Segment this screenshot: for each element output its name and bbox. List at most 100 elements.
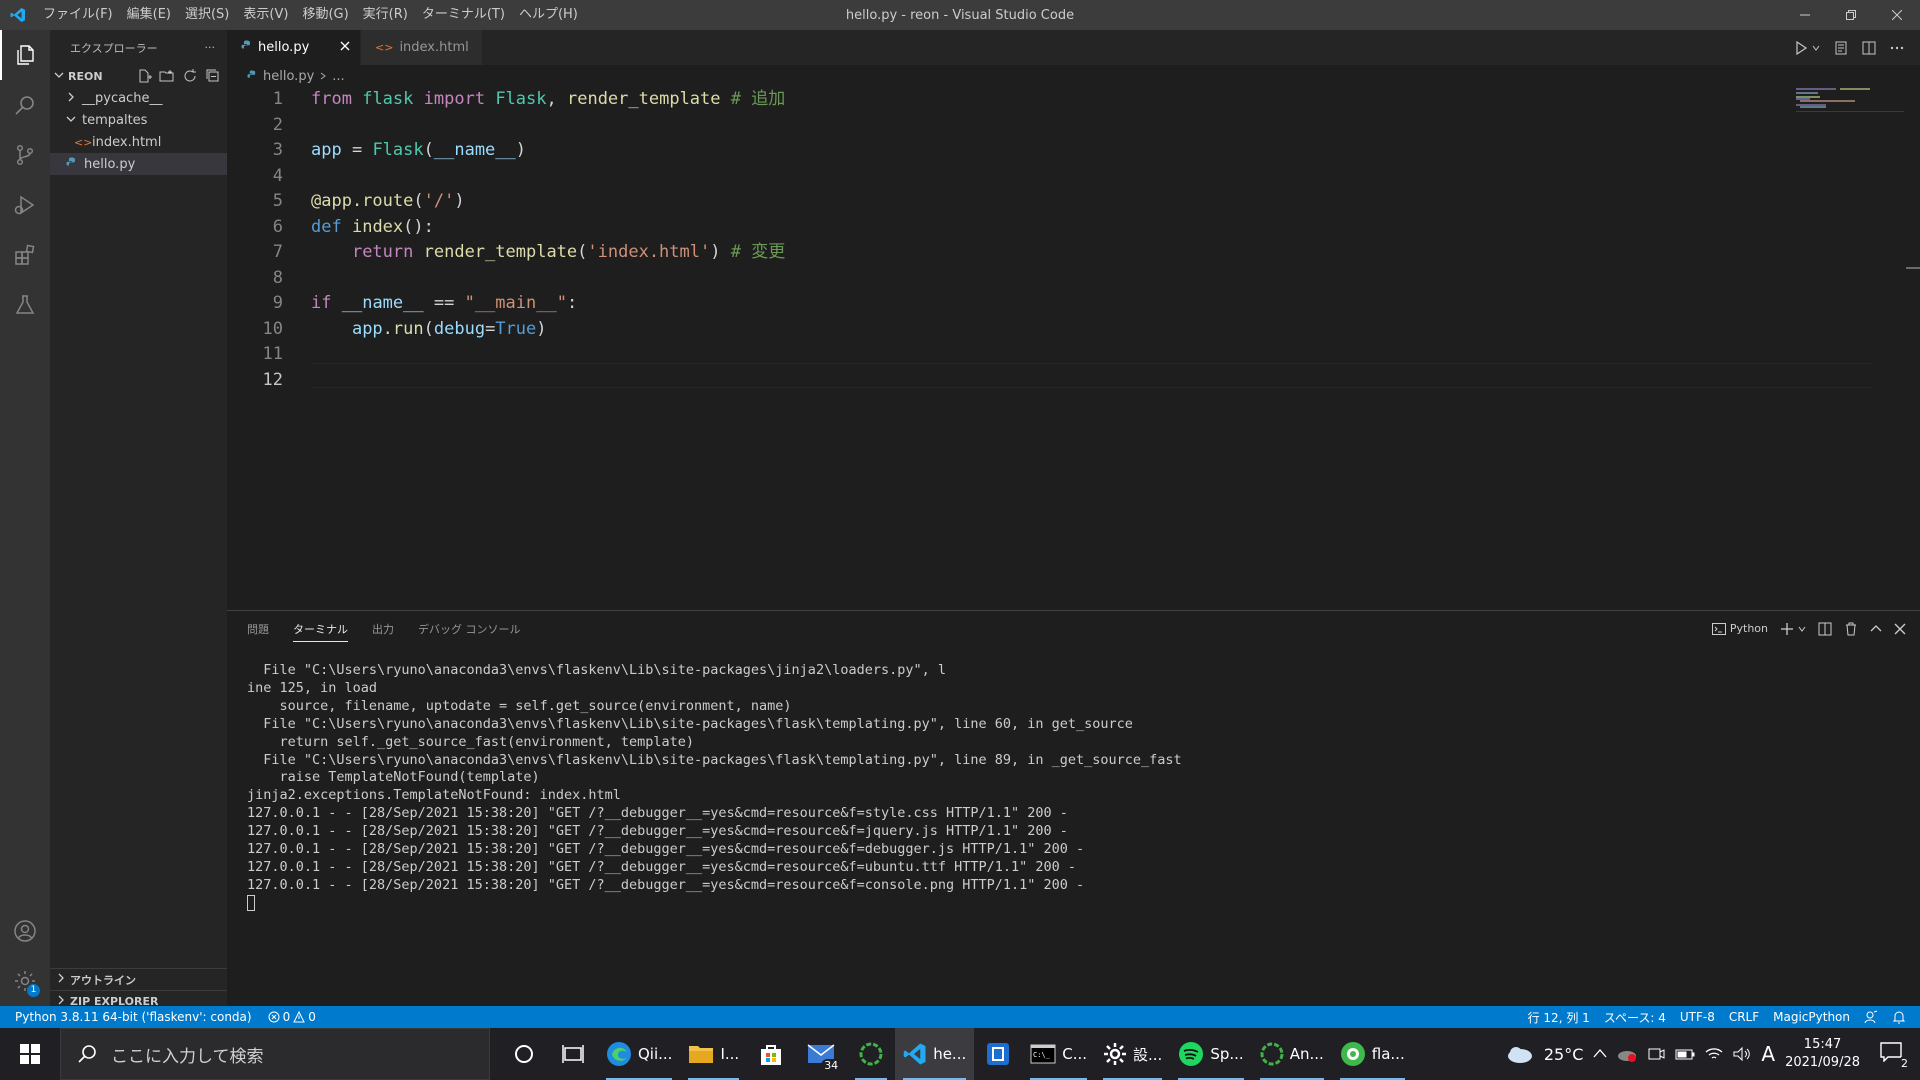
menu-view[interactable]: 表示(V) xyxy=(236,0,295,30)
tab-terminal[interactable]: ターミナル xyxy=(293,616,348,642)
code-editor[interactable]: 1 from flask import Flask, render_templat… xyxy=(227,87,1920,610)
more-actions-icon[interactable] xyxy=(1890,41,1904,55)
clock[interactable]: 15:47 2021/09/28 xyxy=(1785,1036,1860,1072)
menu-selection[interactable]: 選択(S) xyxy=(178,0,236,30)
maximize-panel-icon[interactable] xyxy=(1870,623,1882,635)
html-file-icon: <> xyxy=(375,41,394,54)
menu-run[interactable]: 実行(R) xyxy=(356,0,415,30)
explorer-more-button[interactable]: ··· xyxy=(205,41,216,54)
tab-index-html[interactable]: <> index.html xyxy=(361,30,483,65)
terminal-output[interactable]: File "C:\Users\ryuno\anaconda3\envs\flas… xyxy=(247,662,1182,913)
taskbar-app-flask[interactable]: fla... xyxy=(1332,1028,1413,1080)
menu-go[interactable]: 移動(G) xyxy=(295,0,355,30)
open-preview-icon[interactable] xyxy=(1834,41,1848,55)
code-token: index xyxy=(351,216,404,237)
tab-output[interactable]: 出力 xyxy=(372,621,394,637)
taskbar-app-store[interactable] xyxy=(747,1028,795,1080)
collapse-all-icon[interactable] xyxy=(205,68,221,84)
close-panel-icon[interactable] xyxy=(1894,623,1906,635)
taskbar-app-mail[interactable]: 34 xyxy=(795,1028,847,1080)
close-window-button[interactable] xyxy=(1874,0,1920,30)
new-terminal-icon[interactable] xyxy=(1780,622,1794,636)
minimize-button[interactable] xyxy=(1782,0,1828,30)
taskbar-app-spotify[interactable]: Sp... xyxy=(1170,1028,1251,1080)
breadcrumb-symbols[interactable]: ... xyxy=(332,69,344,84)
menu-help[interactable]: ヘルプ(H) xyxy=(512,0,585,30)
menu-terminal[interactable]: ターミナル(T) xyxy=(415,0,512,30)
python-interpreter[interactable]: Python 3.8.11 64-bit ('flaskenv': conda) xyxy=(15,1010,252,1024)
terminal-line: 127.0.0.1 - - [28/Sep/2021 15:38:20] "GE… xyxy=(247,823,1068,840)
terminal-selector[interactable]: Python xyxy=(1711,622,1768,635)
code-token: ( xyxy=(413,191,424,211)
run-file-icon[interactable] xyxy=(1794,40,1808,55)
taskbar-app-anaconda[interactable] xyxy=(847,1028,895,1080)
tab-hello-py[interactable]: hello.py xyxy=(227,30,361,65)
meet-now-icon[interactable] xyxy=(1647,1046,1665,1062)
line-code: app = Flask(__name__) xyxy=(311,138,526,163)
taskbar-app-settings[interactable]: 設... xyxy=(1095,1028,1170,1080)
outline-section[interactable]: アウトライン xyxy=(50,968,227,990)
search-icon[interactable] xyxy=(0,80,50,130)
split-terminal-icon[interactable] xyxy=(1818,622,1832,636)
end-of-line[interactable]: CRLF xyxy=(1729,1010,1759,1024)
source-control-icon[interactable] xyxy=(0,130,50,180)
task-view-button[interactable] xyxy=(548,1028,598,1080)
chevron-right-icon xyxy=(56,973,70,986)
close-tab-icon[interactable] xyxy=(340,40,350,55)
workspace-section[interactable]: REON xyxy=(50,65,227,87)
action-center-button[interactable]: 2 xyxy=(1870,1042,1912,1070)
onedrive-icon[interactable] xyxy=(1617,1046,1637,1062)
notifications-bell-icon[interactable] xyxy=(1892,1010,1906,1024)
weather-cloud-icon[interactable] xyxy=(1506,1044,1534,1064)
feedback-icon[interactable] xyxy=(1864,1010,1878,1024)
tree-item-index-html[interactable]: <> index.html xyxy=(50,131,227,153)
menu-edit[interactable]: 編集(E) xyxy=(120,0,178,30)
testing-icon[interactable] xyxy=(0,280,50,330)
kill-terminal-icon[interactable] xyxy=(1844,622,1858,636)
tree-item-hello-py[interactable]: hello.py xyxy=(50,153,227,175)
taskbar-app-edge[interactable]: Qii... xyxy=(598,1028,680,1080)
run-debug-icon[interactable] xyxy=(0,180,50,230)
extensions-icon[interactable] xyxy=(0,230,50,280)
windows-start-button[interactable] xyxy=(0,1028,60,1080)
language-mode[interactable]: MagicPython xyxy=(1773,1010,1850,1024)
taskbar-app-anaconda-navigator[interactable]: An... xyxy=(1252,1028,1332,1080)
problems-indicator[interactable]: 0 0 xyxy=(268,1010,316,1024)
volume-icon[interactable] xyxy=(1733,1046,1751,1062)
tree-item-tempaltes[interactable]: tempaltes xyxy=(50,109,227,131)
tab-debug-console[interactable]: デバッグ コンソール xyxy=(418,621,521,637)
taskbar-app-cmd[interactable]: C:\_ C... xyxy=(1022,1028,1095,1080)
explorer-icon[interactable] xyxy=(0,30,50,80)
wifi-icon[interactable] xyxy=(1705,1046,1723,1062)
weather-temp[interactable]: 25°C xyxy=(1544,1045,1584,1064)
refresh-icon[interactable] xyxy=(182,68,198,84)
taskbar-app-explorer[interactable]: I... xyxy=(680,1028,747,1080)
minimap[interactable] xyxy=(1796,87,1906,117)
code-token: import xyxy=(423,89,486,109)
run-dropdown-icon[interactable] xyxy=(1812,44,1820,52)
code-token: __name__ xyxy=(433,140,516,160)
ime-indicator[interactable]: A xyxy=(1761,1042,1775,1066)
taskbar-app-vscode[interactable]: he... xyxy=(895,1028,975,1080)
file-encoding[interactable]: UTF-8 xyxy=(1680,1010,1715,1024)
tree-item-pycache[interactable]: __pycache__ xyxy=(50,87,227,109)
split-editor-icon[interactable] xyxy=(1862,41,1876,55)
tab-problems[interactable]: 問題 xyxy=(247,621,269,637)
terminal-dropdown-icon[interactable] xyxy=(1798,625,1806,633)
cursor-position[interactable]: 行 12, 列 1 xyxy=(1528,1009,1590,1026)
chevron-up-icon[interactable] xyxy=(1593,1047,1607,1061)
new-file-icon[interactable] xyxy=(136,68,152,84)
taskbar-search-box[interactable]: ここに入力して検索 xyxy=(60,1028,490,1080)
manage-gear-icon[interactable]: 1 xyxy=(0,956,50,1006)
app-label: fla... xyxy=(1371,1045,1405,1063)
menu-file[interactable]: ファイル(F) xyxy=(36,0,120,30)
breadcrumb-file[interactable]: hello.py xyxy=(263,69,314,84)
battery-icon[interactable] xyxy=(1675,1047,1695,1061)
taskbar-app-snipping[interactable] xyxy=(974,1028,1022,1080)
code-token: from xyxy=(311,89,352,109)
new-folder-icon[interactable] xyxy=(159,68,175,84)
restore-button[interactable] xyxy=(1828,0,1874,30)
indentation[interactable]: スペース: 4 xyxy=(1604,1009,1666,1026)
accounts-icon[interactable] xyxy=(0,906,50,956)
cortana-button[interactable] xyxy=(500,1028,548,1080)
